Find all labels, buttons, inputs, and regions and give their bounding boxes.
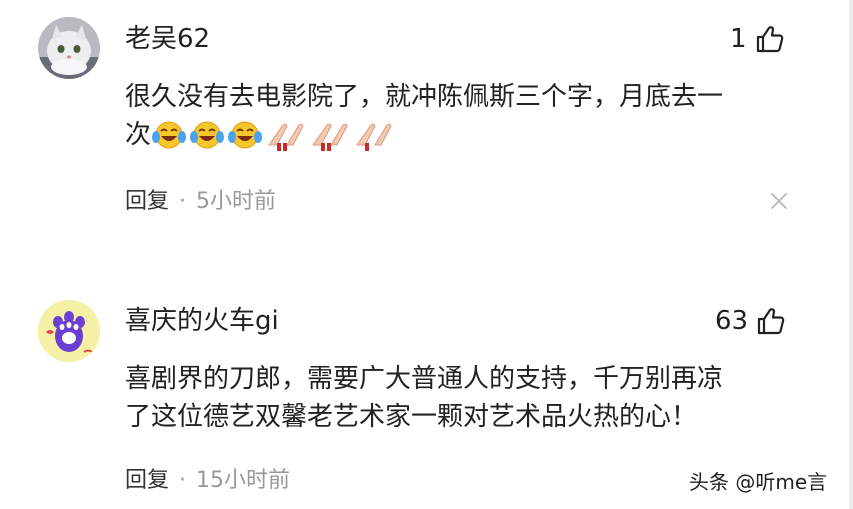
avatar[interactable]	[38, 17, 100, 79]
clap-emoji-icon	[312, 123, 348, 151]
laugh-cry-emoji-icon	[190, 121, 225, 149]
thumbs-up-icon	[756, 26, 783, 53]
cat-avatar-image	[38, 17, 100, 79]
comment-text-line: 次	[125, 120, 152, 150]
laugh-cry-emoji-icon	[152, 121, 187, 149]
like-count: 1	[730, 24, 747, 54]
thumbs-up-icon	[757, 308, 785, 335]
comment-meta: 回复 · 15小时前	[125, 467, 290, 495]
username[interactable]: 老吴62	[125, 23, 210, 55]
clap-emoji-icon	[356, 123, 392, 151]
clap-emoji-icon	[268, 123, 304, 151]
comment-text: 很久没有去电影院了，就冲陈佩斯三个字，月底去一 次	[125, 78, 723, 154]
watermark: 头条 @听me言	[689, 470, 828, 494]
comment-item: 老吴62 1 很久没有去电影院了，就冲陈佩斯三个字，月底去一 次 回复 · 5小…	[0, 0, 853, 250]
avatar[interactable]	[38, 300, 100, 362]
separator-dot: ·	[179, 189, 187, 214]
comment-list: 老吴62 1 很久没有去电影院了，就冲陈佩斯三个字，月底去一 次 回复 · 5小…	[0, 0, 853, 509]
scrollbar-track[interactable]	[849, 0, 853, 509]
comment-text-line: 了这位德艺双馨老艺术家一颗对艺术品火热的心！	[125, 402, 698, 432]
comment-text-line: 喜剧界的刀郎，需要广大普通人的支持，千万别再凉	[125, 364, 724, 394]
comment-meta: 回复 · 5小时前	[125, 188, 276, 216]
laugh-cry-emoji-icon	[228, 121, 263, 149]
separator-dot: ·	[179, 468, 187, 493]
username[interactable]: 喜庆的火车gi	[125, 305, 279, 337]
reply-button[interactable]: 回复	[125, 188, 169, 216]
comment-text: 喜剧界的刀郎，需要广大普通人的支持，千万别再凉 了这位德艺双馨老艺术家一颗对艺术…	[125, 360, 723, 436]
timestamp: 5小时前	[196, 189, 277, 214]
emoji-group	[151, 119, 395, 151]
like-button[interactable]: 1	[730, 22, 785, 56]
timestamp: 15小时前	[196, 468, 291, 493]
comment-text-line: 很久没有去电影院了，就冲陈佩斯三个字，月底去一	[125, 82, 724, 112]
paw-avatar-image	[38, 300, 100, 362]
like-button[interactable]: 63	[715, 304, 786, 338]
like-count: 63	[715, 306, 749, 336]
close-icon[interactable]	[768, 190, 790, 212]
reply-button[interactable]: 回复	[125, 467, 169, 495]
